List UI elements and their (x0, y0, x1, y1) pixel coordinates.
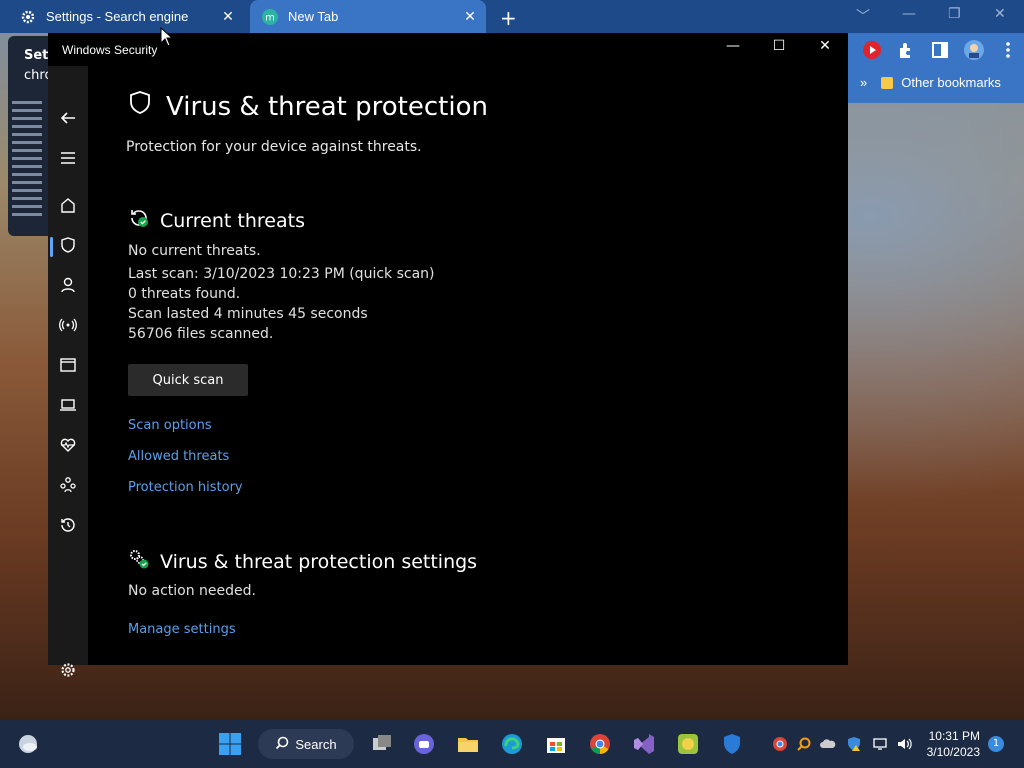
background-settings-window[interactable]: Sett chro (8, 36, 48, 236)
settings-section-heading: Virus & threat protection settings (160, 550, 478, 573)
windows-security-window: Windows Security — ☐ ✕ Virus & threat pr… (48, 33, 848, 677)
device-health-icon[interactable] (58, 435, 78, 455)
notification-badge[interactable]: 1 (988, 736, 1004, 752)
manage-settings-link[interactable]: Manage settings (128, 622, 236, 637)
volume-icon[interactable] (896, 736, 912, 752)
app-browser-control-icon[interactable] (58, 355, 78, 375)
folder-icon (881, 76, 894, 89)
youtube-extension-icon[interactable] (862, 40, 882, 60)
shield-icon[interactable] (58, 235, 78, 255)
teams-chat-icon[interactable] (412, 732, 436, 756)
windows-security-taskbar-icon[interactable] (720, 732, 744, 756)
device-security-icon[interactable] (58, 395, 78, 415)
hamburger-menu-icon[interactable] (58, 148, 78, 168)
tray-search-icon[interactable] (796, 736, 812, 752)
tab-label: New Tab (288, 9, 339, 24)
background-window-subtitle: chro (24, 68, 48, 83)
new-tab-plus-icon[interactable]: + (500, 6, 517, 30)
back-arrow-icon[interactable] (58, 108, 78, 128)
microsoft-store-icon[interactable] (544, 732, 568, 756)
tab-label: Settings - Search engine (46, 9, 189, 24)
start-windows-icon[interactable] (218, 732, 242, 756)
allowed-threats-link[interactable]: Allowed threats (128, 449, 229, 464)
close-tab-icon[interactable]: ✕ (460, 8, 480, 25)
page-title: Virus & threat protection (166, 91, 488, 122)
maximize-icon[interactable]: ❐ (948, 6, 961, 22)
extensions-puzzle-icon[interactable] (896, 40, 916, 60)
onedrive-cloud-icon[interactable] (820, 736, 836, 752)
security-nav-rail (48, 66, 88, 677)
files-scanned-text: 56706 files scanned. (128, 326, 274, 342)
gear-icon (20, 9, 36, 25)
last-scan-text: Last scan: 3/10/2023 10:23 PM (quick sca… (128, 266, 435, 282)
page-title-row: Virus & threat protection (126, 89, 488, 124)
page-subtitle: Protection for your device against threa… (126, 139, 422, 155)
game-app-icon[interactable] (676, 732, 700, 756)
other-bookmarks-folder[interactable]: Other bookmarks (881, 75, 1001, 90)
threats-found-text: 0 threats found. (128, 286, 241, 302)
close-window-icon[interactable]: ✕ (994, 6, 1006, 22)
scan-history-icon (128, 207, 150, 234)
search-label: Search (295, 736, 337, 752)
tab-new-tab[interactable]: m New Tab ✕ (250, 0, 486, 33)
settings-gears-icon (128, 548, 150, 575)
background-window-title: Sett (24, 48, 48, 63)
bookmarks-bar: » Other bookmarks (860, 75, 1001, 90)
extension-icons (862, 40, 1018, 60)
taskbar-search-button[interactable]: Search (258, 729, 354, 759)
clock-date: 3/10/2023 (926, 745, 980, 759)
clock-time: 10:31 PM (928, 729, 980, 743)
minimize-icon[interactable]: — (902, 6, 916, 22)
bookmarks-overflow-icon[interactable]: » (860, 75, 867, 90)
tab-search-chevron-icon[interactable]: ﹀ (856, 6, 870, 26)
taskbar-clock[interactable]: 10:31 PM 3/10/2023 (922, 728, 980, 760)
chrome-menu-icon[interactable] (998, 40, 1018, 60)
nav-active-indicator (50, 237, 53, 257)
weather-icon[interactable] (16, 732, 40, 756)
scan-options-link[interactable]: Scan options (128, 418, 212, 433)
visual-studio-icon[interactable] (632, 732, 656, 756)
protection-history-icon[interactable] (58, 515, 78, 535)
network-icon[interactable] (872, 736, 888, 752)
protection-history-link[interactable]: Protection history (128, 480, 243, 495)
chrome-icon[interactable] (588, 732, 612, 756)
other-bookmarks-label: Other bookmarks (901, 75, 1001, 90)
scan-duration-text: Scan lasted 4 minutes 45 seconds (128, 306, 368, 322)
security-warning-icon[interactable] (846, 736, 862, 752)
side-panel-icon[interactable] (930, 40, 950, 60)
new-tab-favicon-icon: m (262, 8, 278, 25)
file-explorer-icon[interactable] (456, 732, 480, 756)
taskbar: Search 10:31 PM 3/10/2023 1 (0, 720, 1024, 768)
quick-scan-button[interactable]: Quick scan (128, 364, 248, 396)
shield-icon (126, 89, 154, 124)
threat-status-text: No current threats. (128, 243, 261, 259)
main-content: Virus & threat protection Protection for… (126, 33, 826, 665)
profile-avatar-icon[interactable] (964, 40, 984, 60)
close-tab-icon[interactable]: ✕ (218, 8, 238, 25)
settings-section-heading-row: Virus & threat protection settings (128, 548, 477, 575)
browser-tab-strip: Settings - Search engine ✕ m New Tab ✕ +… (0, 0, 1024, 33)
background-window-list (12, 96, 48, 221)
current-threats-heading-row: Current threats (128, 207, 305, 234)
mouse-cursor-icon (160, 27, 174, 47)
svg-text:m: m (265, 12, 275, 23)
tab-settings-search-engine[interactable]: Settings - Search engine ✕ (8, 0, 244, 33)
search-icon (275, 736, 289, 753)
task-view-icon[interactable] (370, 732, 394, 756)
current-threats-heading: Current threats (160, 209, 305, 232)
settings-status-text: No action needed. (128, 583, 256, 599)
home-icon[interactable] (58, 195, 78, 215)
settings-gear-icon[interactable] (58, 660, 78, 680)
firewall-network-icon[interactable] (58, 315, 78, 335)
edge-browser-icon[interactable] (500, 732, 524, 756)
family-options-icon[interactable] (58, 475, 78, 495)
account-protection-icon[interactable] (58, 275, 78, 295)
tray-chrome-icon[interactable] (772, 736, 788, 752)
